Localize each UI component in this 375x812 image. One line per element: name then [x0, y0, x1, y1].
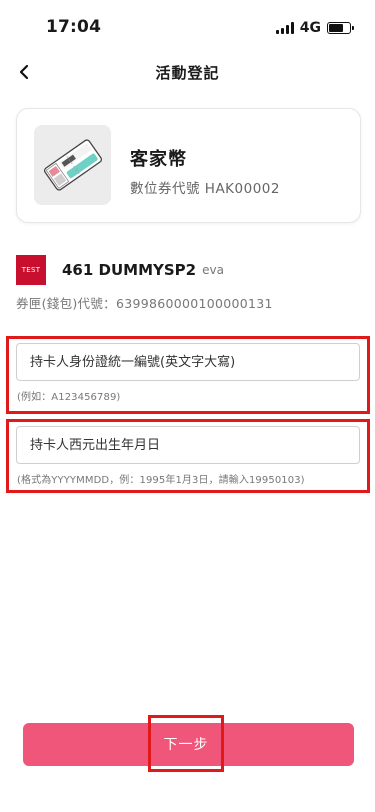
wallet-row: TEST 461 DUMMYSP2 eva	[16, 255, 224, 285]
id-number-input[interactable]	[16, 343, 360, 381]
next-button-label: 下一步	[163, 736, 209, 753]
wallet-user: eva	[202, 263, 224, 277]
voucher-ticket-icon	[43, 139, 102, 191]
battery-icon	[327, 22, 354, 34]
id-number-hint: (例如：A123456789)	[17, 392, 121, 403]
wallet-id: 券匣(錢包)代號：6399860000100000131	[16, 296, 273, 311]
wallet-logo: TEST	[16, 255, 46, 285]
wallet-name: 461 DUMMYSP2	[62, 261, 197, 279]
coupon-name: 客家幣	[130, 149, 187, 170]
status-bar: 17:04 4G	[0, 0, 375, 52]
nav-bar: 活動登記	[0, 56, 375, 90]
coupon-card: 客家幣 數位券代號 HAK00002	[16, 108, 361, 223]
network-label: 4G	[299, 20, 321, 36]
coupon-code: 數位券代號 HAK00002	[130, 181, 280, 197]
status-icons: 4G	[275, 20, 354, 36]
id-field-group: (例如：A123456789)	[6, 336, 370, 414]
page-title: 活動登記	[155, 64, 220, 82]
status-time: 17:04	[46, 17, 102, 37]
next-button-highlight[interactable]: 下一步	[148, 715, 224, 772]
birth-field-group: (格式為YYYYMMDD，例：1995年1月3日，請輸入19950103)	[6, 419, 370, 493]
signal-icon	[275, 22, 294, 34]
birth-date-input[interactable]	[16, 426, 360, 464]
birth-date-hint: (格式為YYYYMMDD，例：1995年1月3日，請輸入19950103)	[17, 475, 305, 486]
coupon-thumbnail	[34, 125, 111, 205]
